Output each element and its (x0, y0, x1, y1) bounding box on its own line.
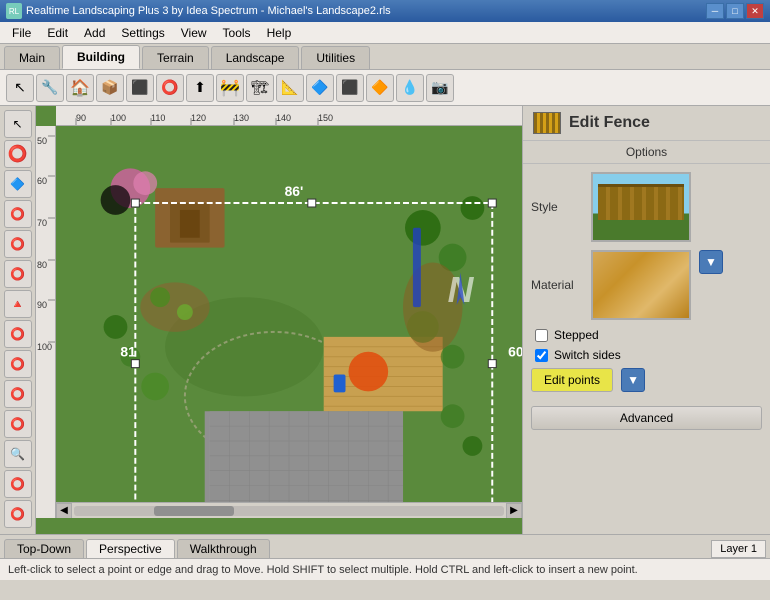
options-text: Options (626, 145, 667, 159)
right-panel: Edit Fence Options Style Material (522, 106, 770, 534)
left-tool4[interactable]: ⭕ (4, 200, 32, 228)
svg-text:81: 81 (120, 344, 136, 360)
advanced-button[interactable]: Advanced (531, 406, 762, 430)
ruler-top: 90 100 110 120 130 140 150 (56, 106, 522, 126)
switch-sides-row: Switch sides (531, 348, 762, 362)
left-tool14[interactable]: ⭕ (4, 500, 32, 528)
left-tool5[interactable]: ⭕ (4, 230, 32, 258)
style-preview[interactable] (591, 172, 691, 242)
material-dropdown[interactable]: ▼ (699, 250, 723, 274)
switch-sides-label: Switch sides (554, 348, 621, 362)
titlebar: RL Realtime Landscaping Plus 3 by Idea S… (0, 0, 770, 22)
left-select[interactable]: ↖ (4, 110, 32, 138)
menubar: File Edit Add Settings View Tools Help (0, 22, 770, 44)
edit-fence-header: Edit Fence (523, 106, 770, 141)
tab-building[interactable]: Building (62, 45, 140, 69)
tab-landscape[interactable]: Landscape (211, 46, 300, 69)
toolbar-square[interactable]: ⬛ (126, 74, 154, 102)
main-toolbar: ↖ 🔧 🏠 📦 ⬛ ⭕ ⬆ 🚧 🏗 📐 🔷 ⬛ 🔶 💧 📷 (0, 70, 770, 106)
toolbar-path[interactable]: 🔷 (306, 74, 334, 102)
close-button[interactable]: ✕ (746, 3, 764, 19)
menu-edit[interactable]: Edit (39, 24, 76, 42)
svg-text:60: 60 (508, 344, 522, 360)
statusbar: Left-click to select a point or edge and… (0, 558, 770, 580)
landscape-view[interactable]: 86' 60 81 19' 20' N ◀ ▶ (56, 126, 522, 518)
horizontal-scrollbar[interactable]: ◀ ▶ (56, 502, 522, 518)
toolbar-block[interactable]: ⬛ (336, 74, 364, 102)
main-area: ↖ ⭕ 🔷 ⭕ ⭕ ⭕ 🔺 ⭕ ⭕ ⭕ ⭕ 🔍 ⭕ ⭕ 90 100 110 1… (0, 106, 770, 534)
menu-view[interactable]: View (173, 24, 215, 42)
left-tool6[interactable]: ⭕ (4, 260, 32, 288)
window-title: Realtime Landscaping Plus 3 by Idea Spec… (26, 5, 706, 17)
edit-points-dropdown[interactable]: ▼ (621, 368, 645, 392)
tab-terrain[interactable]: Terrain (142, 46, 209, 69)
tab-bar: Main Building Terrain Landscape Utilitie… (0, 44, 770, 70)
tab-utilities[interactable]: Utilities (301, 46, 370, 69)
app-icon: RL (6, 3, 22, 19)
left-tool13[interactable]: ⭕ (4, 470, 32, 498)
stepped-checkbox[interactable] (535, 329, 548, 342)
toolbar-select[interactable]: ↖ (6, 74, 34, 102)
edit-points-button[interactable]: Edit points (531, 368, 613, 392)
titlebar-controls: ─ □ ✕ (706, 3, 764, 19)
scroll-right[interactable]: ▶ (506, 503, 522, 519)
view-tab-topdown[interactable]: Top-Down (4, 539, 84, 558)
view-tab-walkthrough[interactable]: Walkthrough (177, 539, 270, 558)
style-label: Style (531, 200, 591, 214)
style-row: Style (531, 172, 762, 242)
status-text: Left-click to select a point or edge and… (8, 564, 638, 576)
fence-icon (533, 112, 561, 134)
panel-content: Style Material ▼ Stepped (523, 164, 770, 534)
edit-fence-title: Edit Fence (569, 114, 650, 132)
bottom-bar: Top-Down Perspective Walkthrough Layer 1 (0, 534, 770, 558)
switch-sides-checkbox[interactable] (535, 349, 548, 362)
toolbar-camera[interactable]: 📷 (426, 74, 454, 102)
view-tab-perspective[interactable]: Perspective (86, 539, 175, 558)
left-tool7[interactable]: 🔺 (4, 290, 32, 318)
toolbar-shape[interactable]: 🔶 (366, 74, 394, 102)
menu-file[interactable]: File (4, 24, 39, 42)
stepped-row: Stepped (531, 328, 762, 342)
menu-add[interactable]: Add (76, 24, 113, 42)
canvas-area[interactable]: 90 100 110 120 130 140 150 (36, 106, 522, 534)
material-preview[interactable] (591, 250, 691, 320)
toolbar-water[interactable]: 💧 (396, 74, 424, 102)
material-row: Material ▼ (531, 250, 762, 320)
toolbar-tool2[interactable]: 🔧 (36, 74, 64, 102)
layer-indicator[interactable]: Layer 1 (711, 540, 766, 558)
toolbar-up[interactable]: ⬆ (186, 74, 214, 102)
menu-tools[interactable]: Tools (215, 24, 259, 42)
left-tool3[interactable]: 🔷 (4, 170, 32, 198)
toolbar-circle[interactable]: ⭕ (156, 74, 184, 102)
options-label: Options (523, 141, 770, 164)
material-label: Material (531, 278, 591, 292)
left-zoom[interactable]: 🔍 (4, 440, 32, 468)
left-tool9[interactable]: ⭕ (4, 350, 32, 378)
toolbar-cube[interactable]: 📦 (96, 74, 124, 102)
tab-main[interactable]: Main (4, 46, 60, 69)
toolbar-fence[interactable]: 🚧 (216, 74, 244, 102)
left-tool11[interactable]: ⭕ (4, 410, 32, 438)
toolbar-measure[interactable]: 📐 (276, 74, 304, 102)
svg-text:86': 86' (285, 183, 304, 199)
ruler-left: 50 60 70 80 90 100 (36, 126, 56, 518)
minimize-button[interactable]: ─ (706, 3, 724, 19)
left-tool10[interactable]: ⭕ (4, 380, 32, 408)
menu-settings[interactable]: Settings (113, 24, 172, 42)
stepped-label: Stepped (554, 328, 599, 342)
edit-points-row: Edit points ▼ (531, 368, 762, 392)
scroll-left[interactable]: ◀ (56, 503, 72, 519)
left-tool8[interactable]: ⭕ (4, 320, 32, 348)
toolbar-house[interactable]: 🏠 (66, 74, 94, 102)
maximize-button[interactable]: □ (726, 3, 744, 19)
left-tool2[interactable]: ⭕ (4, 140, 32, 168)
toolbar-arch[interactable]: 🏗 (246, 74, 274, 102)
left-toolbar: ↖ ⭕ 🔷 ⭕ ⭕ ⭕ 🔺 ⭕ ⭕ ⭕ ⭕ 🔍 ⭕ ⭕ (0, 106, 36, 534)
app-icon-label: RL (9, 7, 19, 16)
menu-help[interactable]: Help (259, 24, 300, 42)
